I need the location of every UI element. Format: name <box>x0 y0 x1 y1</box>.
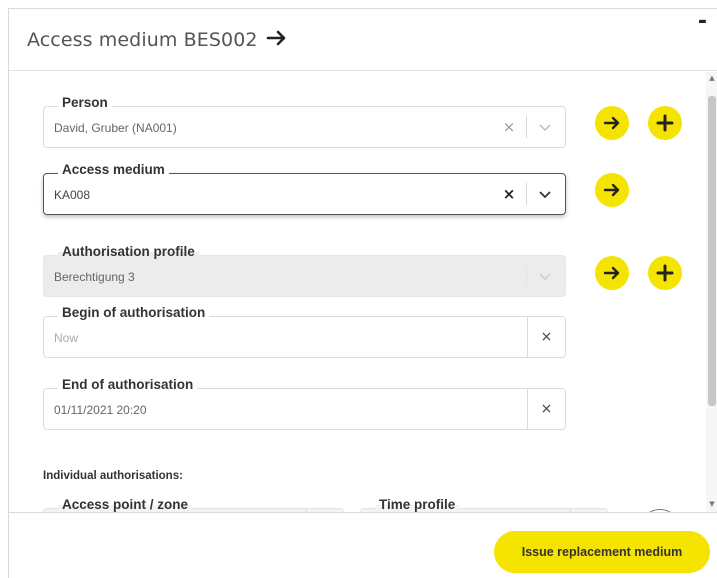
authorisation-profile-chevron-down-icon <box>539 273 551 280</box>
arrow-right-icon <box>603 183 620 197</box>
access-medium-chevron-down-icon[interactable] <box>537 186 553 202</box>
dialog-title: Access medium BES002 <box>27 29 258 51</box>
arrow-right-icon <box>603 266 620 280</box>
access-medium-label: Access medium <box>58 162 169 177</box>
authorisation-profile-open-button[interactable] <box>595 256 629 290</box>
access-medium-value[interactable]: KA008 <box>54 188 90 202</box>
individual-authorisations-title: Individual authorisations: <box>43 470 183 482</box>
person-value: David, Gruber (NA001) <box>54 121 177 135</box>
person-chevron-down-icon[interactable] <box>537 119 553 135</box>
end-of-authorisation-label: End of authorisation <box>58 377 198 392</box>
dialog-footer: Issue replacement medium <box>9 512 717 578</box>
access-medium-field[interactable]: Access medium KA008 × <box>43 162 566 215</box>
begin-of-authorisation-input[interactable]: Now <box>54 331 78 345</box>
access-point-zone-label: Access point / zone <box>58 497 193 512</box>
person-clear-icon[interactable]: × <box>500 118 518 136</box>
authorisation-profile-value: Berechtigung 3 <box>54 270 135 284</box>
authorisation-profile-label: Authorisation profile <box>58 244 199 259</box>
scroll-down-icon[interactable]: ▼ <box>708 500 716 508</box>
minimize-button[interactable]: - <box>698 9 707 34</box>
person-label: Person <box>58 95 112 110</box>
dialog-body: Person David, Gruber (NA001) × Access me… <box>9 72 717 512</box>
scroll-thumb[interactable] <box>708 96 716 406</box>
access-medium-divider <box>526 183 527 205</box>
plus-icon <box>656 264 674 282</box>
scroll-up-icon[interactable]: ▲ <box>708 74 716 82</box>
authorisation-profile-divider <box>526 265 527 287</box>
authorisation-profile-field: Authorisation profile Berechtigung 3 <box>43 244 566 297</box>
person-divider <box>526 116 527 138</box>
begin-of-authorisation-field[interactable]: Begin of authorisation Now × <box>43 305 566 358</box>
begin-of-authorisation-clear-button[interactable]: × <box>527 317 565 357</box>
issue-replacement-medium-button[interactable]: Issue replacement medium <box>494 531 710 573</box>
end-of-authorisation-input[interactable]: 01/11/2021 20:20 <box>54 403 147 417</box>
access-medium-clear-icon[interactable]: × <box>500 185 518 203</box>
time-profile-label: Time profile <box>375 497 460 512</box>
arrow-right-icon <box>603 116 620 130</box>
scrollbar[interactable]: ▲ ▼ <box>706 72 717 512</box>
navigate-arrow-icon[interactable] <box>265 26 289 50</box>
access-medium-dialog: Access medium BES002 - Person David, Gru… <box>8 8 717 578</box>
person-add-button[interactable] <box>648 106 682 140</box>
end-of-authorisation-clear-button[interactable]: × <box>527 389 565 429</box>
dialog-header: Access medium BES002 - <box>9 9 717 71</box>
plus-icon <box>656 114 674 132</box>
person-open-button[interactable] <box>595 106 629 140</box>
end-of-authorisation-field[interactable]: End of authorisation 01/11/2021 20:20 × <box>43 377 566 430</box>
begin-of-authorisation-label: Begin of authorisation <box>58 305 210 320</box>
person-field[interactable]: Person David, Gruber (NA001) × <box>43 95 566 148</box>
authorisation-profile-add-button[interactable] <box>648 256 682 290</box>
access-medium-open-button[interactable] <box>595 173 629 207</box>
